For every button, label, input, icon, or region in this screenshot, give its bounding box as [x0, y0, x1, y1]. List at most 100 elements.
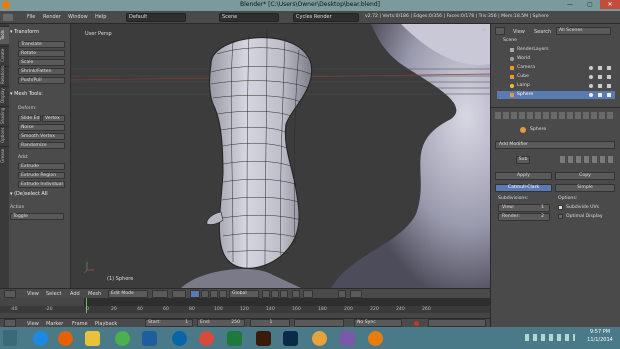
selectability-arrow-icon[interactable]	[598, 84, 602, 88]
tab-relations[interactable]: Relations	[0, 66, 9, 84]
hp-icon[interactable]	[172, 331, 187, 346]
proportional-edit-toggle[interactable]	[303, 290, 313, 298]
outliner-item-world[interactable]: World	[497, 55, 615, 63]
catmull-clark-toggle[interactable]: Catmull-Clark	[495, 184, 552, 192]
keying-set-field[interactable]	[428, 319, 486, 327]
vertex-button[interactable]: Vertex	[42, 115, 65, 122]
scale-button[interactable]: Scale	[18, 59, 65, 66]
smooth-vertex-button[interactable]: Smooth Vertex	[18, 133, 65, 140]
file-explorer-icon[interactable]	[85, 331, 100, 346]
media-player-icon[interactable]	[312, 331, 327, 346]
tab-tools[interactable]: Tools	[0, 26, 9, 44]
renderability-camera-icon[interactable]	[607, 84, 611, 88]
tab-options[interactable]: Options	[0, 126, 9, 144]
rotate-button[interactable]: Rotate	[18, 50, 65, 57]
game-icon[interactable]	[340, 331, 355, 346]
excel-icon[interactable]	[227, 331, 242, 346]
start-frame-field[interactable]: Start: 1	[145, 319, 193, 327]
render-levels-field[interactable]: Render: 2	[498, 213, 550, 221]
extrude-select[interactable]: Extrude	[18, 163, 65, 170]
face-select-mode[interactable]	[280, 290, 288, 298]
menu-render[interactable]: Render	[43, 14, 61, 20]
scene-select[interactable]: Scene	[219, 13, 279, 22]
outliner-item-lamp[interactable]: Lamp	[497, 82, 615, 90]
menu-view[interactable]: View	[27, 291, 39, 297]
maximize-button[interactable]: ▢	[580, 0, 600, 9]
minimize-button[interactable]: —	[560, 0, 580, 9]
visibility-eye-icon[interactable]	[589, 84, 593, 88]
menu-mesh[interactable]: Mesh	[88, 291, 101, 297]
photoshop-icon[interactable]	[283, 331, 298, 346]
menu-file[interactable]: File	[27, 14, 35, 20]
add-modifier-select[interactable]: Add Modifier	[495, 141, 615, 149]
menu-select[interactable]: Select	[46, 291, 61, 297]
close-button[interactable]: ✕	[600, 0, 620, 9]
modifier-name-field[interactable]: Sub	[516, 156, 530, 164]
current-frame-field[interactable]: 1	[250, 319, 290, 327]
view-levels-field[interactable]: View: 1	[498, 204, 550, 212]
outliner-item-cube[interactable]: Cube	[497, 73, 615, 81]
3d-viewport[interactable]	[71, 24, 490, 288]
outliner-item-renderlayers[interactable]: RenderLayers	[497, 46, 615, 54]
push-pull-button[interactable]: Push/Pull	[18, 77, 65, 84]
action-select[interactable]: Toggle	[10, 213, 64, 220]
selectability-arrow-icon[interactable]	[598, 93, 602, 97]
tab-display[interactable]: Display	[0, 86, 9, 104]
end-frame-field[interactable]: End: 250	[197, 319, 245, 327]
tab-create[interactable]: Create	[0, 46, 9, 64]
outliner-filter-select[interactable]: All Scenes	[556, 27, 611, 35]
editor-type-outliner-icon[interactable]	[495, 27, 505, 35]
shading-select[interactable]	[152, 290, 168, 298]
visibility-eye-icon[interactable]	[589, 75, 593, 79]
blender-taskbar-icon[interactable]	[368, 331, 383, 346]
manipulator-scale[interactable]	[219, 290, 227, 298]
deselect-all-panel-header[interactable]: ▾ (De)select All	[10, 191, 70, 199]
randomize-button[interactable]: Randomize	[18, 142, 65, 149]
tab-grease-pencil[interactable]: Grease	[0, 146, 9, 164]
menu-add[interactable]: Add	[70, 291, 80, 297]
system-tray-icons[interactable]	[525, 334, 575, 341]
manipulator-rotate[interactable]	[210, 290, 218, 298]
pivot-select[interactable]	[172, 290, 186, 298]
menu-view-outliner[interactable]: View	[513, 29, 525, 35]
occlude-geometry-toggle[interactable]	[292, 290, 300, 298]
playback-controls[interactable]	[294, 319, 344, 327]
simple-toggle[interactable]: Simple	[555, 184, 615, 192]
subdivide-uvs-checkbox[interactable]	[558, 205, 563, 210]
snap-toggle[interactable]	[338, 290, 346, 298]
extrude-region-button[interactable]: Extrude Region	[18, 172, 65, 179]
visibility-eye-icon[interactable]	[589, 93, 593, 97]
editor-type-3d-icon[interactable]	[4, 290, 16, 298]
properties-context-tabs[interactable]	[495, 112, 615, 119]
outliner-item-sphere[interactable]: Sphere	[497, 91, 615, 99]
tab-shading[interactable]: Shading	[0, 106, 9, 124]
translate-button[interactable]: Translate	[18, 41, 65, 48]
mode-select[interactable]: Edit Mode	[108, 290, 148, 298]
edge-select-mode[interactable]	[271, 290, 279, 298]
snap-element-select[interactable]	[350, 290, 362, 298]
renderability-camera-icon[interactable]	[607, 66, 611, 70]
record-icon[interactable]	[414, 321, 419, 326]
orientation-select[interactable]: Global	[229, 290, 259, 298]
taskbar-clock[interactable]: 9:57 PM 11/1/2014	[582, 328, 618, 344]
sync-select[interactable]: No Sync	[354, 319, 402, 327]
slide-edge-button[interactable]: Slide Ed	[18, 115, 41, 122]
visibility-eye-icon[interactable]	[589, 66, 593, 70]
editor-type-icon[interactable]	[3, 14, 13, 21]
manipulator-translate[interactable]	[201, 290, 209, 298]
transform-panel-header[interactable]: ▾ Transform	[10, 29, 70, 37]
illustrator-icon[interactable]	[256, 331, 271, 346]
menu-window[interactable]: Window	[68, 14, 88, 20]
renderability-camera-icon[interactable]	[607, 75, 611, 79]
internet-explorer-icon[interactable]	[33, 331, 48, 346]
outliner-item-camera[interactable]: Camera	[497, 64, 615, 72]
apply-button[interactable]: Apply	[495, 172, 552, 180]
menu-search[interactable]: Search	[534, 29, 551, 35]
extrude-individual-button[interactable]: Extrude Individual	[18, 181, 65, 188]
viewport-plus-icon[interactable]: +	[481, 26, 487, 34]
shrink-fatten-button[interactable]: Shrink/Fatten	[18, 68, 65, 75]
firefox-icon[interactable]	[58, 331, 73, 346]
chrome-icon[interactable]	[115, 331, 130, 346]
selectability-arrow-icon[interactable]	[598, 66, 602, 70]
menu-help[interactable]: Help	[95, 14, 106, 20]
